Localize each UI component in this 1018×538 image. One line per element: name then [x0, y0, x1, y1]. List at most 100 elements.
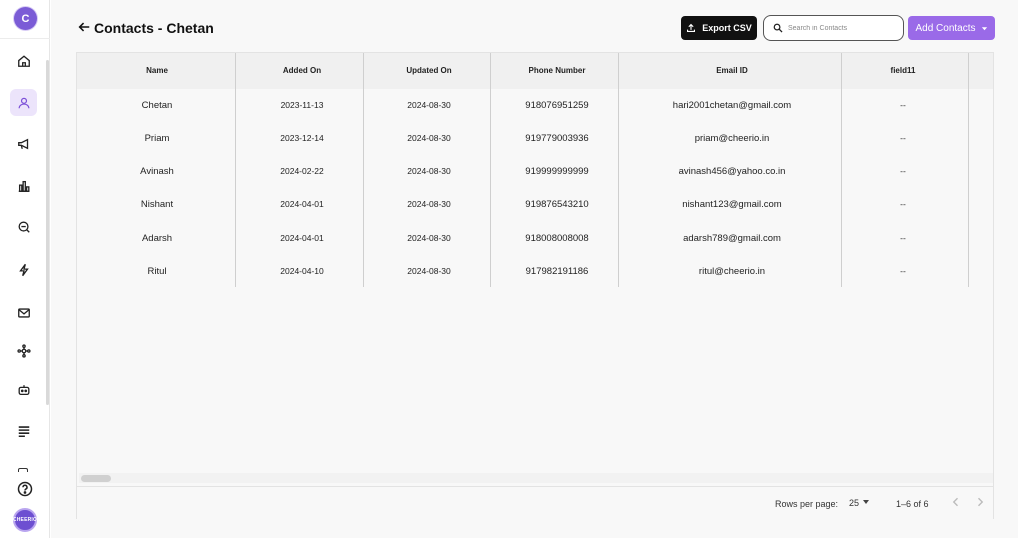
horizontal-scrollbar[interactable] [79, 473, 993, 483]
table-cell-added-on: 2024-04-01 [280, 199, 324, 209]
table-cell-updated-on: 2024-08-30 [407, 100, 451, 110]
table-cell-added-on: 2024-04-01 [280, 233, 324, 243]
page-header: Contacts - Chetan Export CSV Add Contact… [51, 0, 1018, 52]
table-cell-updated-on: 2024-08-30 [407, 199, 451, 209]
mail-icon [17, 307, 30, 318]
export-csv-button[interactable]: Export CSV [681, 16, 757, 40]
logo-text: C [21, 12, 30, 25]
upload-icon [687, 23, 696, 32]
add-contacts-label: Add Contacts [915, 22, 976, 34]
table-cell-email-id: nishant123@gmail.com [682, 199, 782, 210]
table-cell-name: Ritul [147, 266, 167, 277]
table-cell-added-on: 2024-02-22 [280, 166, 324, 176]
column-divider[interactable] [490, 53, 491, 287]
megaphone-icon [17, 138, 28, 149]
caret-down-icon [981, 26, 987, 30]
column-divider[interactable] [618, 53, 619, 287]
help-icon[interactable] [17, 481, 33, 497]
table-cell-phone-number: 919876543210 [525, 199, 589, 210]
column-header-phone-number[interactable]: Phone Number [529, 66, 586, 75]
table-cell-added-on: 2023-12-14 [280, 133, 324, 143]
table-cell-added-on: 2023-11-13 [280, 100, 324, 110]
sidebar-item-chatbot[interactable] [10, 376, 37, 403]
column-divider[interactable] [841, 53, 842, 287]
search-icon [773, 23, 783, 33]
sidebar-item-automation[interactable] [10, 256, 37, 283]
network-icon [16, 343, 31, 358]
table-cell-email-id: avinash456@yahoo.co.in [678, 166, 786, 177]
lightning-icon [18, 263, 29, 276]
robot-icon [18, 384, 29, 395]
sidebar-item-templates[interactable] [10, 417, 37, 444]
sidebar-item-contacts[interactable] [10, 89, 37, 116]
table-cell-phone-number: 919779003936 [525, 133, 589, 144]
table-cell-email-id: adarsh789@gmail.com [683, 233, 781, 244]
sidebar: C CHEERIO [0, 0, 50, 538]
sidebar-item-home[interactable] [10, 47, 37, 74]
rows-per-page-label: Rows per page: [775, 499, 839, 509]
main-content: Contacts - Chetan Export CSV Add Contact… [51, 0, 1018, 538]
user-icon [18, 97, 29, 108]
app-logo[interactable]: C [14, 7, 37, 30]
table-cell-phone-number: 918076951259 [525, 100, 589, 111]
chat-search-icon [18, 221, 30, 233]
bar-chart-icon [18, 180, 29, 192]
table-cell-name: Avinash [140, 166, 174, 177]
column-header-field11[interactable]: field11 [891, 66, 916, 75]
sidebar-divider [0, 38, 50, 39]
table-cell-added-on: 2024-04-10 [280, 266, 324, 276]
table-cell-name: Priam [144, 133, 170, 144]
column-divider[interactable] [235, 53, 236, 287]
contacts-table: Name Added On Updated On Phone Number Email … [76, 52, 994, 519]
sidebar-scrollbar[interactable] [46, 60, 49, 405]
rows-per-page-caret-icon[interactable] [863, 500, 869, 504]
pagination-range: 1–6 of 6 [896, 499, 929, 509]
chevron-right-icon[interactable] [974, 496, 986, 508]
table-cell-email-id: priam@cheerio.in [694, 133, 770, 144]
column-header-added-on[interactable]: Added On [283, 66, 321, 75]
table-cell-name: Nishant [140, 199, 174, 210]
list-icon [18, 425, 29, 437]
column-header-name[interactable]: Name [146, 66, 168, 75]
back-arrow-icon[interactable] [77, 20, 91, 34]
add-contacts-button[interactable]: Add Contacts [908, 16, 995, 40]
search-input[interactable] [788, 24, 898, 32]
chevron-left-icon[interactable] [950, 496, 962, 508]
table-cell-field11: -- [900, 166, 906, 176]
table-cell-updated-on: 2024-08-30 [407, 266, 451, 276]
table-cell-updated-on: 2024-08-30 [407, 166, 451, 176]
table-cell-name: Adarsh [141, 233, 173, 244]
table-cell-field11: -- [900, 266, 906, 276]
home-icon [17, 54, 30, 67]
export-csv-label: Export CSV [702, 23, 752, 33]
avatar[interactable]: CHEERIO [13, 508, 37, 532]
table-cell-field11: -- [900, 233, 906, 243]
sidebar-item-chats[interactable] [10, 213, 37, 240]
table-cell-phone-number: 918008008008 [525, 233, 589, 244]
column-header-email-id[interactable]: Email ID [716, 66, 748, 75]
column-divider[interactable] [363, 53, 364, 287]
sidebar-item-email[interactable] [10, 299, 37, 326]
table-cell-updated-on: 2024-08-30 [407, 133, 451, 143]
table-cell-field11: -- [900, 133, 906, 143]
avatar-text: CHEERIO [12, 517, 38, 523]
search-box[interactable] [763, 15, 904, 41]
page-title: Contacts - Chetan [94, 20, 214, 36]
sidebar-item-flows[interactable] [10, 337, 37, 364]
table-pagination: Rows per page: 25 1–6 of 6 [77, 486, 993, 519]
scrollbar-thumb[interactable] [81, 475, 111, 482]
column-divider[interactable] [968, 53, 969, 287]
table-cell-field11: -- [900, 100, 906, 110]
sidebar-item-analytics[interactable] [10, 172, 37, 199]
table-cell-updated-on: 2024-08-30 [407, 233, 451, 243]
table-cell-email-id: hari2001chetan@gmail.com [672, 100, 792, 111]
column-header-updated-on[interactable]: Updated On [406, 66, 451, 75]
table-cell-field11: -- [900, 199, 906, 209]
partial-nav-icon [18, 468, 28, 472]
table-cell-email-id: ritul@cheerio.in [698, 266, 766, 277]
table-cell-phone-number: 917982191186 [525, 266, 589, 277]
rows-per-page-select[interactable]: 25 [849, 498, 859, 508]
table-cell-name: Chetan [141, 100, 173, 111]
table-cell-phone-number: 919999999999 [525, 166, 589, 177]
sidebar-item-campaigns[interactable] [10, 130, 37, 157]
